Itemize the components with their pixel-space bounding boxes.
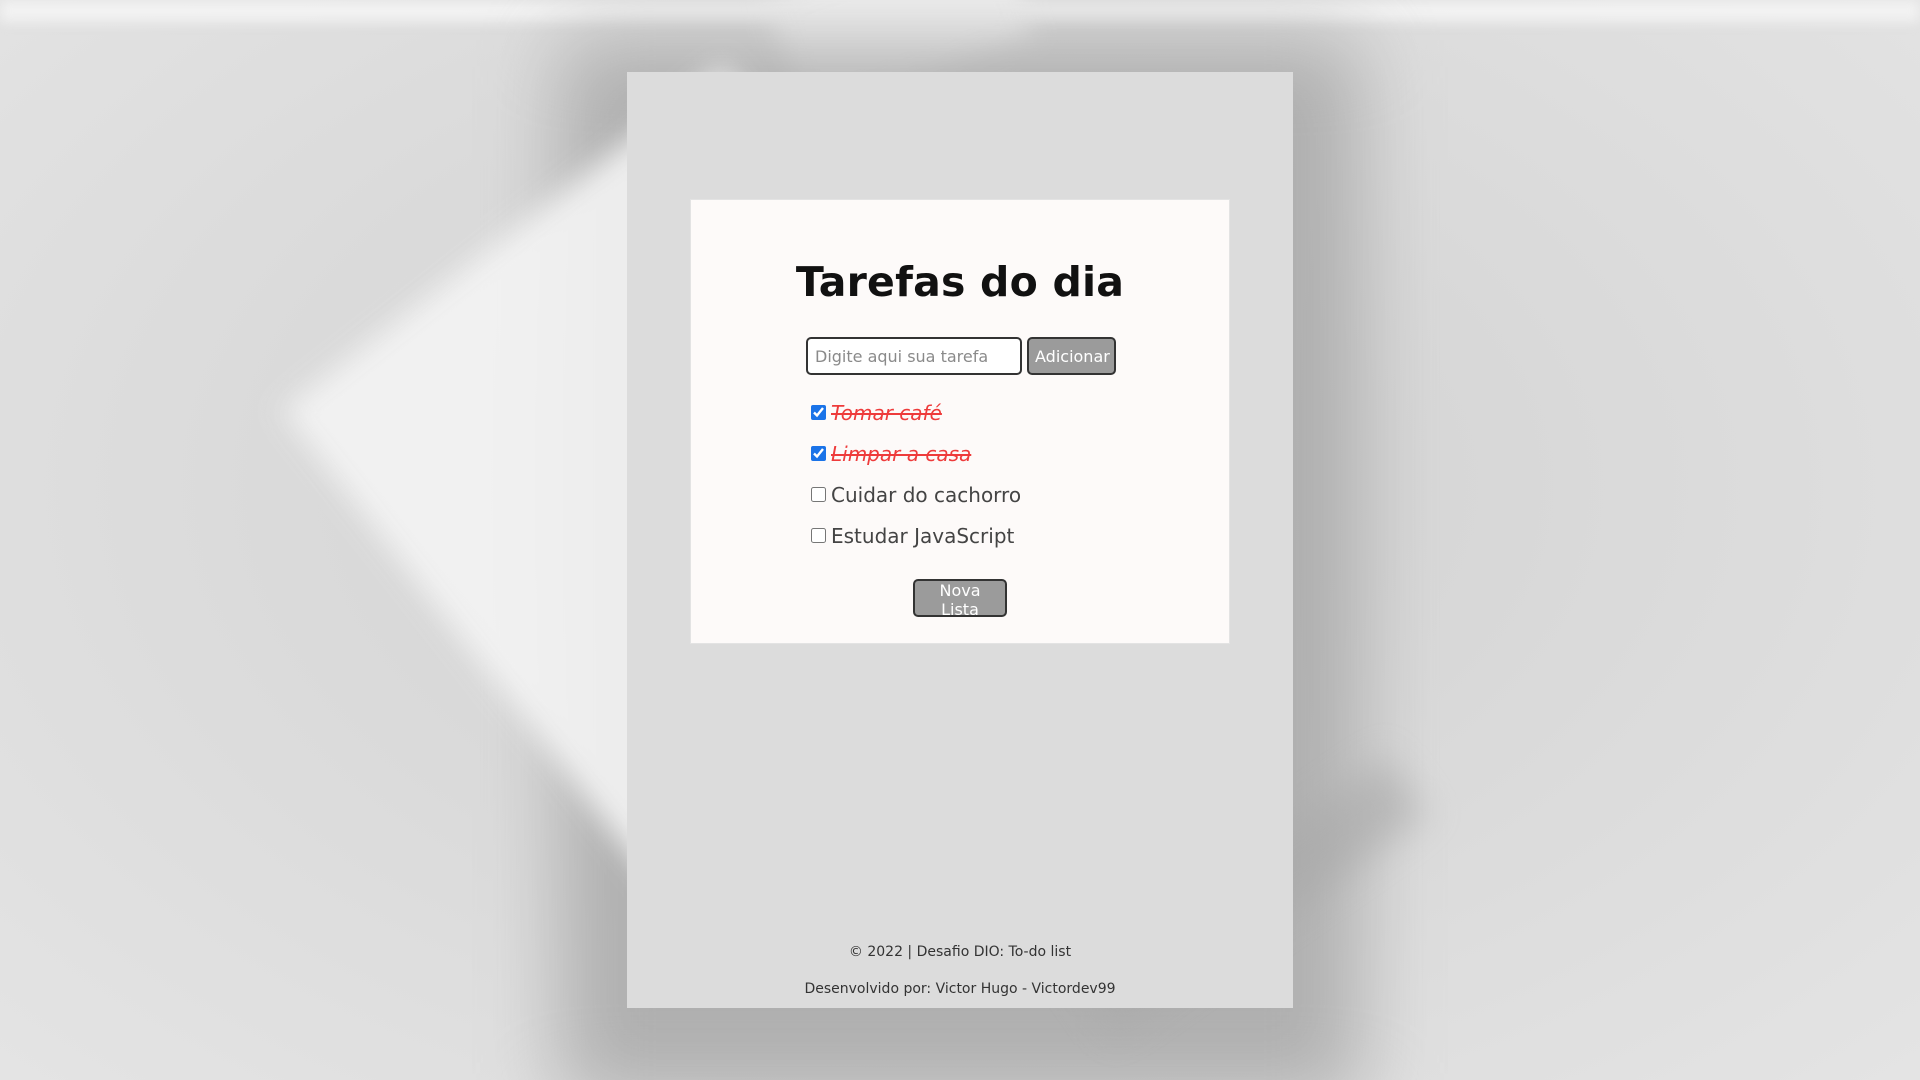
task-checkbox[interactable]	[811, 487, 826, 502]
task-item: Tomar café	[811, 392, 1021, 433]
footer-copyright: © 2022 | Desafio DIO: To-do list	[848, 944, 1072, 960]
task-label: Limpar a casa	[831, 441, 972, 466]
task-label: Estudar JavaScript	[831, 523, 1015, 548]
task-checkbox[interactable]	[811, 446, 826, 461]
task-item: Cuidar do cachorro	[811, 474, 1021, 515]
new-list-button[interactable]: Nova Lista	[913, 579, 1007, 619]
task-label: Tomar café	[831, 400, 942, 425]
add-task-button[interactable]: Adicionar	[1027, 337, 1116, 375]
task-item: Estudar JavaScript	[811, 515, 1021, 556]
task-list: Tomar café Limpar a casa Cuidar do cacho…	[811, 392, 1021, 556]
task-label: Cuidar do cachorro	[831, 482, 1022, 507]
todo-card: Tarefas do dia Adicionar Tomar café Limp…	[690, 199, 1230, 644]
add-task-row: Adicionar	[806, 337, 1116, 375]
footer: © 2022 | Desafio DIO: To-do list Desenvo…	[627, 944, 1293, 1018]
task-input[interactable]	[806, 337, 1022, 375]
footer-credits: Desenvolvido por: Victor Hugo - Victorde…	[804, 981, 1116, 997]
task-item: Limpar a casa	[811, 433, 1021, 474]
task-checkbox[interactable]	[811, 528, 826, 543]
task-checkbox[interactable]	[811, 405, 826, 420]
page-title: Tarefas do dia	[795, 258, 1125, 306]
app-page: Tarefas do dia Adicionar Tomar café Limp…	[627, 72, 1293, 1008]
